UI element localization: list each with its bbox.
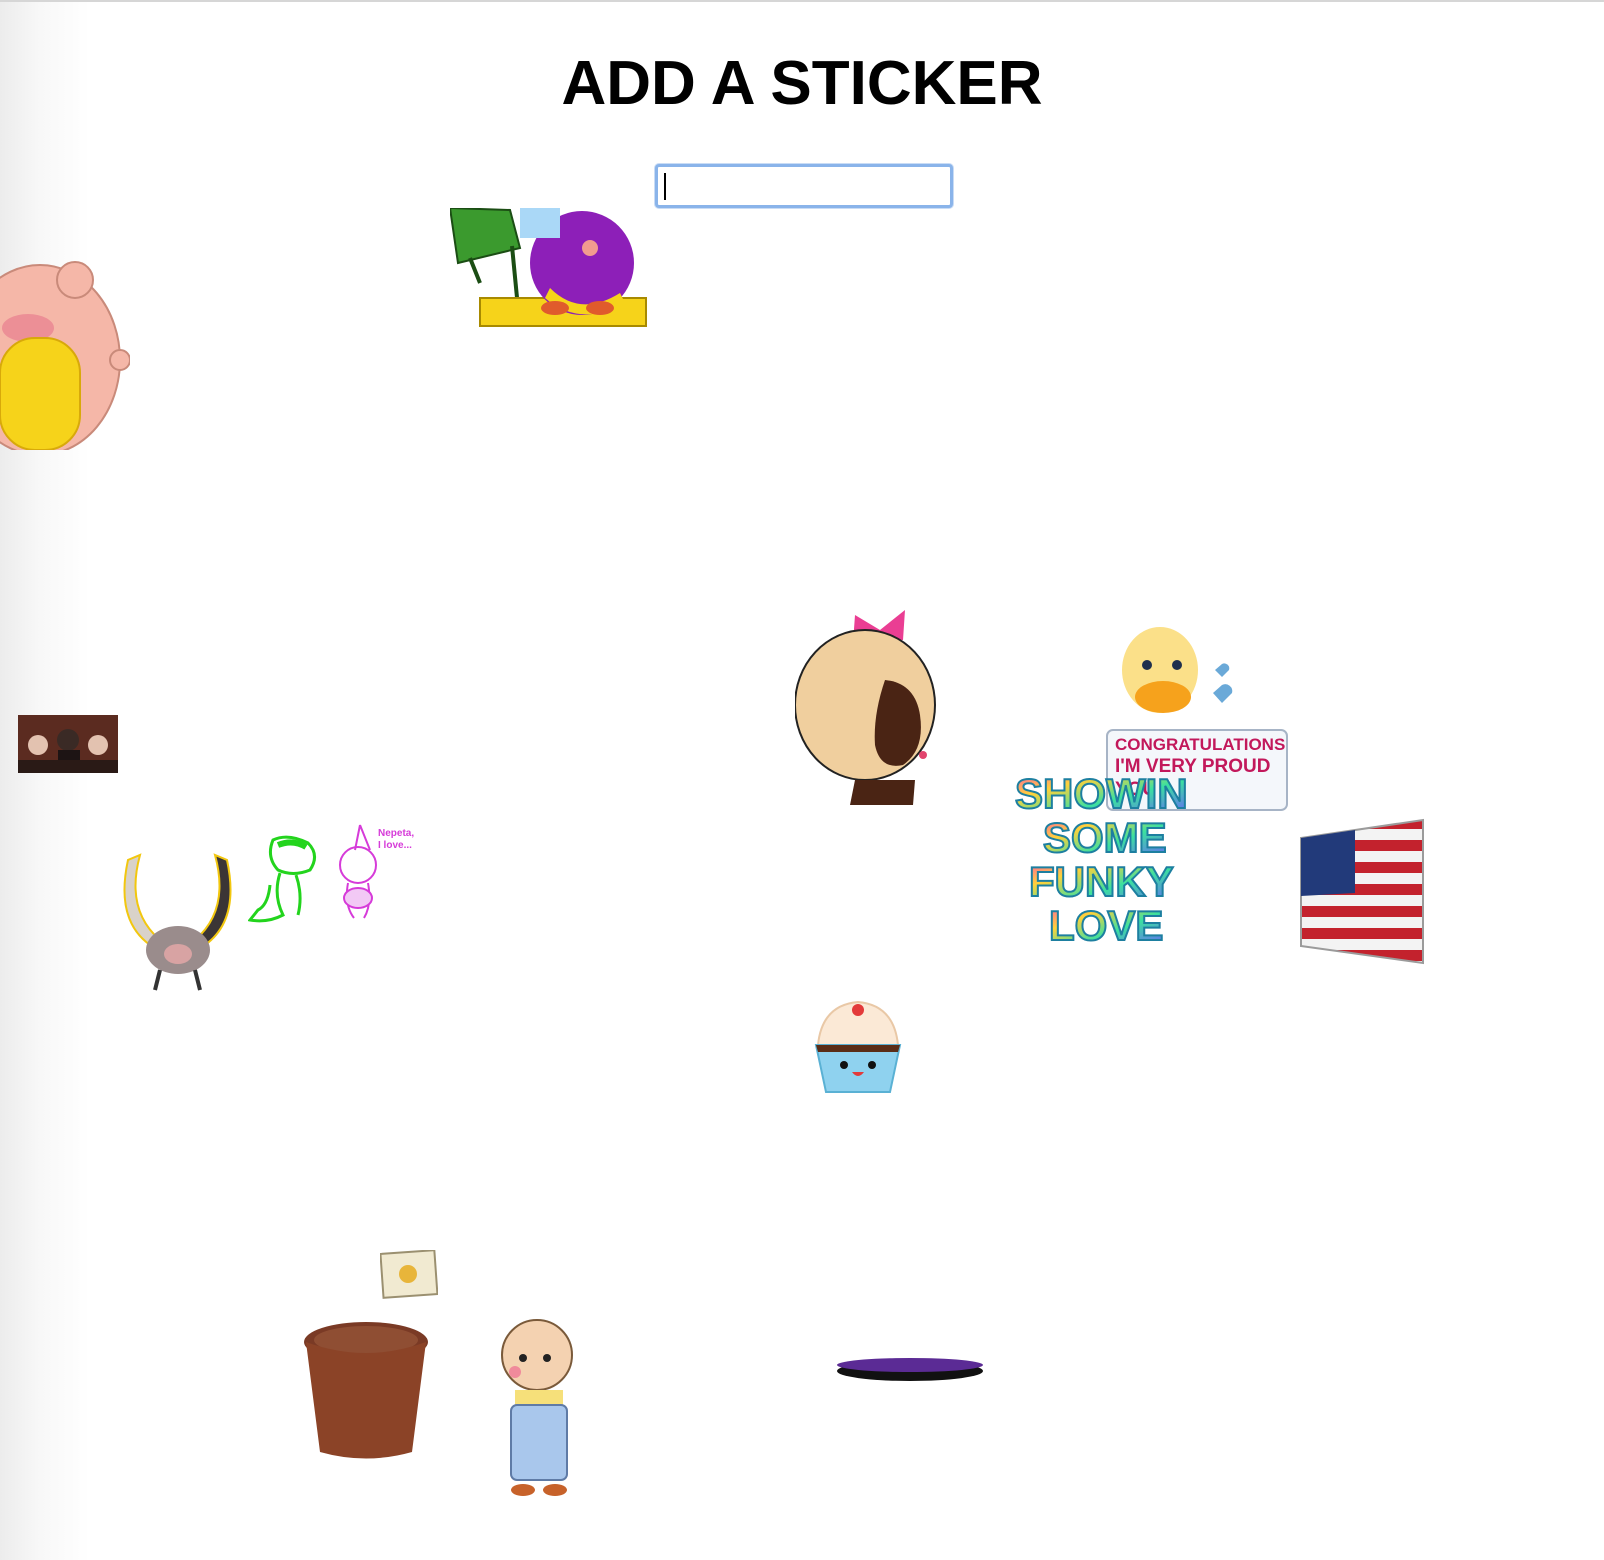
crying-baby-sticker[interactable] (485, 1310, 590, 1500)
pink-cat-sticker[interactable]: Nepeta, I love... (330, 820, 420, 925)
funky-line1: SHOWIN (1015, 770, 1188, 817)
duck-sign-line1: CONGRATULATIONS (1115, 735, 1285, 754)
purple-figure-table-sticker[interactable] (450, 208, 650, 328)
flower-pot-sticker[interactable] (302, 1320, 430, 1460)
cupcake-sticker[interactable] (812, 1000, 904, 1095)
page-title: ADD A STICKER (561, 49, 1043, 118)
crowd-photo-sticker[interactable] (18, 715, 118, 773)
cat-caption-line2: I love... (378, 840, 412, 851)
funky-line4: LOVE (1049, 902, 1163, 949)
afro-girl-sticker[interactable] (795, 605, 945, 805)
pig-sticker[interactable] (0, 250, 130, 450)
paper-note-sticker[interactable] (380, 1250, 438, 1300)
top-divider (0, 0, 1604, 2)
sticker-search-input[interactable] (655, 164, 953, 208)
winged-pig-sticker[interactable] (120, 850, 235, 995)
funky-line3: FUNKY (1029, 858, 1174, 905)
green-troll-sticker[interactable] (248, 835, 323, 925)
sticker-page: ADD A STICKER Nepeta, I love... CONGRATU… (0, 0, 1604, 1560)
cat-caption-line1: Nepeta, (378, 828, 414, 839)
text-caret (664, 173, 666, 200)
funky-line2: SOME (1043, 814, 1167, 861)
us-flag-sticker[interactable] (1297, 818, 1427, 965)
purple-disc-sticker[interactable] (835, 1355, 985, 1383)
funky-love-sticker[interactable]: SHOWIN SOME FUNKY LOVE (1015, 770, 1215, 955)
